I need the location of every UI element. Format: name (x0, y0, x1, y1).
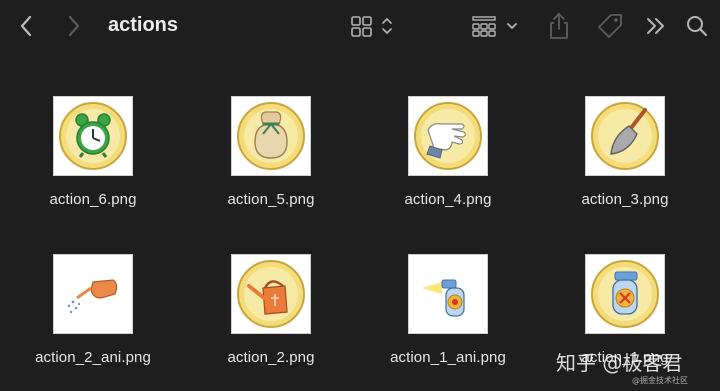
seed-bag-icon (237, 102, 305, 170)
window-title: actions (108, 14, 179, 36)
more-button[interactable] (644, 10, 668, 42)
chevron-left-icon (20, 15, 32, 37)
file-thumbnail (231, 96, 311, 176)
file-item[interactable]: action_4.png (373, 96, 523, 208)
file-thumbnail (585, 96, 665, 176)
spray-bottle-spraying-icon (422, 279, 465, 317)
group-by-icon (472, 16, 517, 37)
file-name: action_3.png (581, 191, 669, 208)
file-thumbnail (408, 254, 488, 334)
finder-toolbar: actions (0, 0, 720, 52)
watering-can-icon (237, 260, 305, 328)
view-mode-button[interactable] (350, 10, 398, 42)
trowel-icon (591, 102, 659, 170)
watermark: 知乎 @极客君 @掘金技术社区 (546, 346, 706, 386)
chevron-right-icon (68, 15, 80, 37)
file-thumbnail (585, 254, 665, 334)
search-button[interactable] (684, 10, 710, 42)
file-item[interactable]: action_2.png (196, 254, 346, 366)
icon-grid-view-icon (351, 16, 392, 37)
double-chevron-icon (647, 18, 664, 34)
file-item[interactable]: action_3.png (550, 96, 700, 208)
file-name: action_5.png (227, 191, 315, 208)
watermark-logo: 知乎 @极客君 @掘金技术社区 (556, 351, 688, 385)
glove-hand-icon (414, 102, 482, 170)
file-item[interactable]: action_2_ani.png (18, 254, 168, 366)
file-thumbnail (53, 96, 133, 176)
svg-text:知乎 @极客君: 知乎 @极客君 (556, 351, 682, 375)
share-icon (550, 13, 568, 39)
search-icon (687, 16, 708, 37)
file-item[interactable]: action_5.png (196, 96, 346, 208)
watering-can-pouring-icon (67, 279, 118, 314)
file-name: action_1_ani.png (390, 349, 506, 366)
tag-icon (598, 14, 622, 38)
file-thumbnail (408, 96, 488, 176)
tag-button[interactable] (596, 10, 624, 42)
file-item[interactable]: action_6.png (18, 96, 168, 208)
file-name: action_4.png (404, 191, 492, 208)
alarm-clock-icon (59, 102, 127, 170)
file-name: action_2.png (227, 349, 315, 366)
svg-text:@掘金技术社区: @掘金技术社区 (632, 375, 688, 385)
group-by-button[interactable] (470, 10, 522, 42)
file-name: action_2_ani.png (35, 349, 151, 366)
file-item[interactable]: action_1_ani.png (373, 254, 523, 366)
file-thumbnail (231, 254, 311, 334)
spray-bottle-icon (591, 260, 659, 328)
forward-button[interactable] (62, 10, 86, 42)
file-grid: action_6.png action_5.png action_4.png a… (0, 52, 720, 390)
share-button[interactable] (546, 10, 572, 42)
back-button[interactable] (14, 10, 38, 42)
file-thumbnail (53, 254, 133, 334)
file-name: action_6.png (49, 191, 137, 208)
